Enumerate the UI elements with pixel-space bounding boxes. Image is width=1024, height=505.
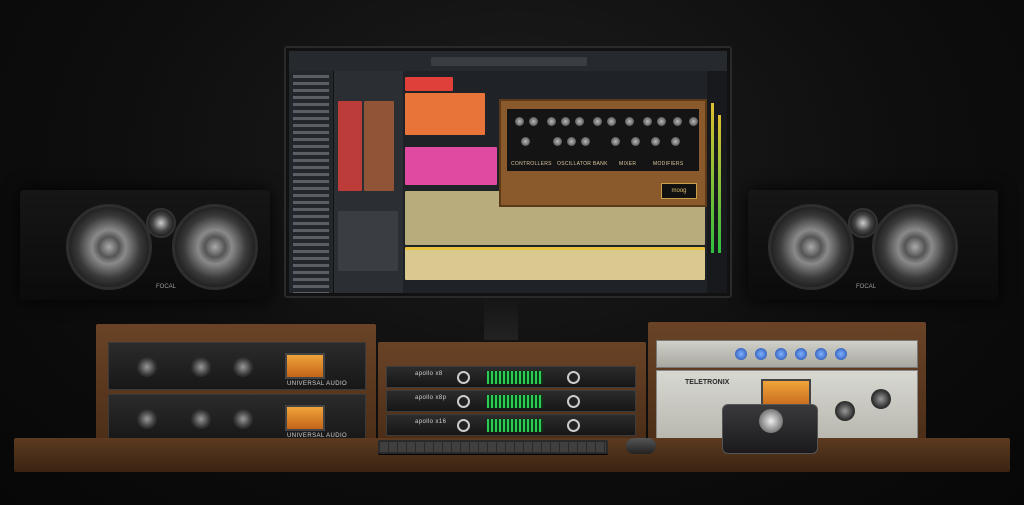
interface-volume-knob <box>759 409 783 433</box>
browser-panel <box>289 71 333 293</box>
transport-controls <box>431 57 587 66</box>
apollo-label: apollo x8 <box>415 371 443 377</box>
output-meters <box>707 71 727 293</box>
desktop-audio-interface <box>722 404 818 454</box>
daw-toolbar <box>289 51 727 72</box>
apollo-label: apollo x8p <box>415 395 447 401</box>
left-studio-monitor-speaker: FOCAL <box>20 190 270 300</box>
plugin-section-modifiers: MODIFIERS <box>653 161 684 167</box>
left-woofer-2 <box>172 204 258 290</box>
plugin-section-mixer: MIXER <box>619 161 637 167</box>
apollo-label: apollo x16 <box>415 419 447 425</box>
clip-yellow <box>405 247 705 280</box>
monitor-stand <box>484 298 518 340</box>
apollo-interface-3: apollo x16 <box>386 414 636 436</box>
right-woofer-2 <box>872 204 958 290</box>
speaker-brand-label: FOCAL <box>856 284 877 290</box>
ua-label: UNIVERSAL AUDIO <box>287 381 348 387</box>
plugin-section-oscillator-bank: OSCILLATOR BANK <box>557 161 608 167</box>
compressor-rack-unit-1: UNIVERSAL AUDIO <box>108 342 366 390</box>
apollo-interface-2: apollo x8p <box>386 390 636 412</box>
computer-monitor: CONTROLLERS OSCILLATOR BANK MIXER MODIFI… <box>284 46 732 298</box>
preamp-unit <box>656 340 918 368</box>
compressor-rack-unit-2: UNIVERSAL AUDIO <box>108 394 366 442</box>
left-tweeter <box>146 208 176 238</box>
mixer-strip <box>333 71 404 293</box>
computer-mouse <box>626 438 656 454</box>
apollo-interface-1: apollo x8 <box>386 366 636 388</box>
daw-screen: CONTROLLERS OSCILLATOR BANK MIXER MODIFI… <box>289 51 727 293</box>
synth-plugin-window: CONTROLLERS OSCILLATOR BANK MIXER MODIFI… <box>499 99 707 207</box>
clip-pink <box>405 147 497 185</box>
plugin-section-controllers: CONTROLLERS <box>511 161 552 167</box>
left-woofer <box>66 204 152 290</box>
synth-panel: CONTROLLERS OSCILLATOR BANK MIXER MODIFI… <box>507 109 699 171</box>
vu-meter <box>285 405 325 431</box>
right-woofer <box>768 204 854 290</box>
speaker-brand-label: FOCAL <box>156 284 177 290</box>
clip-orange <box>405 93 485 135</box>
vu-meter <box>285 353 325 379</box>
studio-scene: FOCAL FOCAL CONTROLLERS OSCILLATOR BANK … <box>0 0 1024 505</box>
teletronix-label: TELETRONIX <box>685 379 730 386</box>
clip-red <box>405 77 453 91</box>
right-studio-monitor-speaker: FOCAL <box>748 190 998 300</box>
computer-keyboard <box>378 440 608 454</box>
moog-logo: moog <box>661 183 697 199</box>
